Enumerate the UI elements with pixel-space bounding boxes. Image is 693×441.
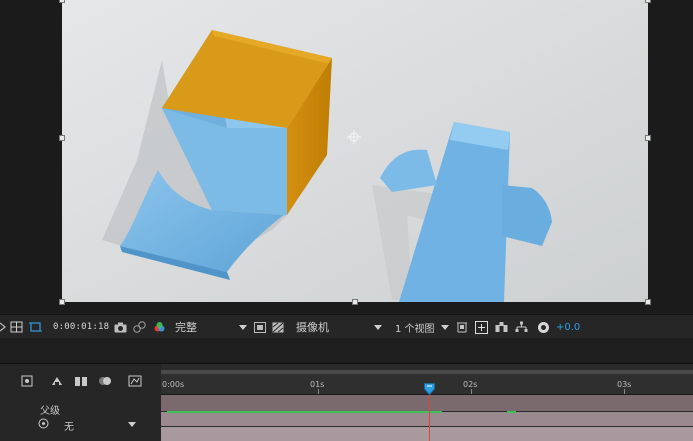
exposure-reset-icon[interactable] <box>537 315 551 339</box>
snapshot-camera-icon[interactable] <box>114 315 128 339</box>
show-snapshot-icon[interactable] <box>133 315 147 339</box>
layer-bar[interactable] <box>161 427 693 441</box>
chevron-down-icon <box>441 324 449 330</box>
chevron-right-icon[interactable] <box>0 315 6 339</box>
tick <box>318 389 319 394</box>
layer-bar[interactable] <box>161 412 693 426</box>
tick-label: 01s <box>310 380 325 389</box>
tick-label: 02s <box>463 380 478 389</box>
panel-divider <box>0 338 693 364</box>
composition-canvas[interactable] <box>62 0 648 302</box>
color-channels-icon[interactable] <box>153 315 167 339</box>
scene-render <box>62 0 648 302</box>
view-layout-dropdown[interactable]: 1 个视图 <box>395 315 449 339</box>
pick-whip-icon[interactable] <box>36 416 50 430</box>
chevron-down-icon <box>374 324 382 330</box>
pixel-aspect-icon[interactable] <box>456 315 470 339</box>
tick-label: 0:00s <box>162 380 185 389</box>
current-time-display[interactable]: 0:00:01:18 <box>53 315 109 339</box>
region-of-interest-icon[interactable] <box>29 315 43 339</box>
handle-mid-right[interactable] <box>645 135 651 141</box>
tick <box>624 389 625 394</box>
fit-frame-icon[interactable] <box>475 315 489 339</box>
timeline-tracks[interactable]: 0:00s 01s 02s 03s <box>161 364 693 441</box>
viewer-toolbar: 0:00:01:18 完整 摄像机 1 个视图 +0.0 <box>0 314 693 339</box>
handle-top-right[interactable] <box>645 0 651 3</box>
hierarchy-icon[interactable] <box>515 315 529 339</box>
handle-bottom-mid[interactable] <box>352 299 358 305</box>
parent-column-header: 父级 <box>40 406 60 417</box>
tick-label: 03s <box>617 380 632 389</box>
exposure-value[interactable]: +0.0 <box>556 315 580 339</box>
camera-view-dropdown[interactable]: 摄像机 <box>296 315 382 339</box>
keyframe-track[interactable] <box>507 411 516 413</box>
layer-controls: 父级 无 <box>0 364 161 441</box>
playhead-handle[interactable] <box>424 380 435 396</box>
handle-bottom-right[interactable] <box>645 299 651 305</box>
flowchart-icon[interactable] <box>495 315 509 339</box>
graph-editor-icon[interactable] <box>126 372 144 390</box>
keyframe-track[interactable] <box>167 411 442 413</box>
handle-mid-left[interactable] <box>59 135 65 141</box>
transparency-grid-icon[interactable] <box>272 315 286 339</box>
grid-toggle-icon[interactable] <box>10 315 24 339</box>
timeline-panel: 父级 无 0:00s 01s 02s 03s <box>0 364 693 441</box>
chevron-down-icon[interactable] <box>128 422 136 427</box>
shy-layers-icon[interactable] <box>48 372 66 390</box>
fast-preview-icon[interactable] <box>254 315 268 339</box>
camera-view-value: 摄像机 <box>296 321 329 334</box>
motion-blur-icon[interactable] <box>96 372 114 390</box>
handle-bottom-left[interactable] <box>59 299 65 305</box>
chevron-down-icon <box>239 324 247 330</box>
view-layout-value: 1 个视图 <box>395 323 435 335</box>
resolution-value: 完整 <box>175 321 197 334</box>
composition-viewer[interactable] <box>0 0 693 314</box>
composition-mini-flowchart-icon[interactable] <box>18 372 36 390</box>
resolution-dropdown[interactable]: 完整 <box>175 315 247 339</box>
tick <box>471 389 472 394</box>
layer-bar[interactable] <box>161 395 693 411</box>
frame-blending-icon[interactable] <box>72 372 90 390</box>
handle-top-left[interactable] <box>59 0 65 3</box>
parent-value[interactable]: 无 <box>64 418 74 433</box>
